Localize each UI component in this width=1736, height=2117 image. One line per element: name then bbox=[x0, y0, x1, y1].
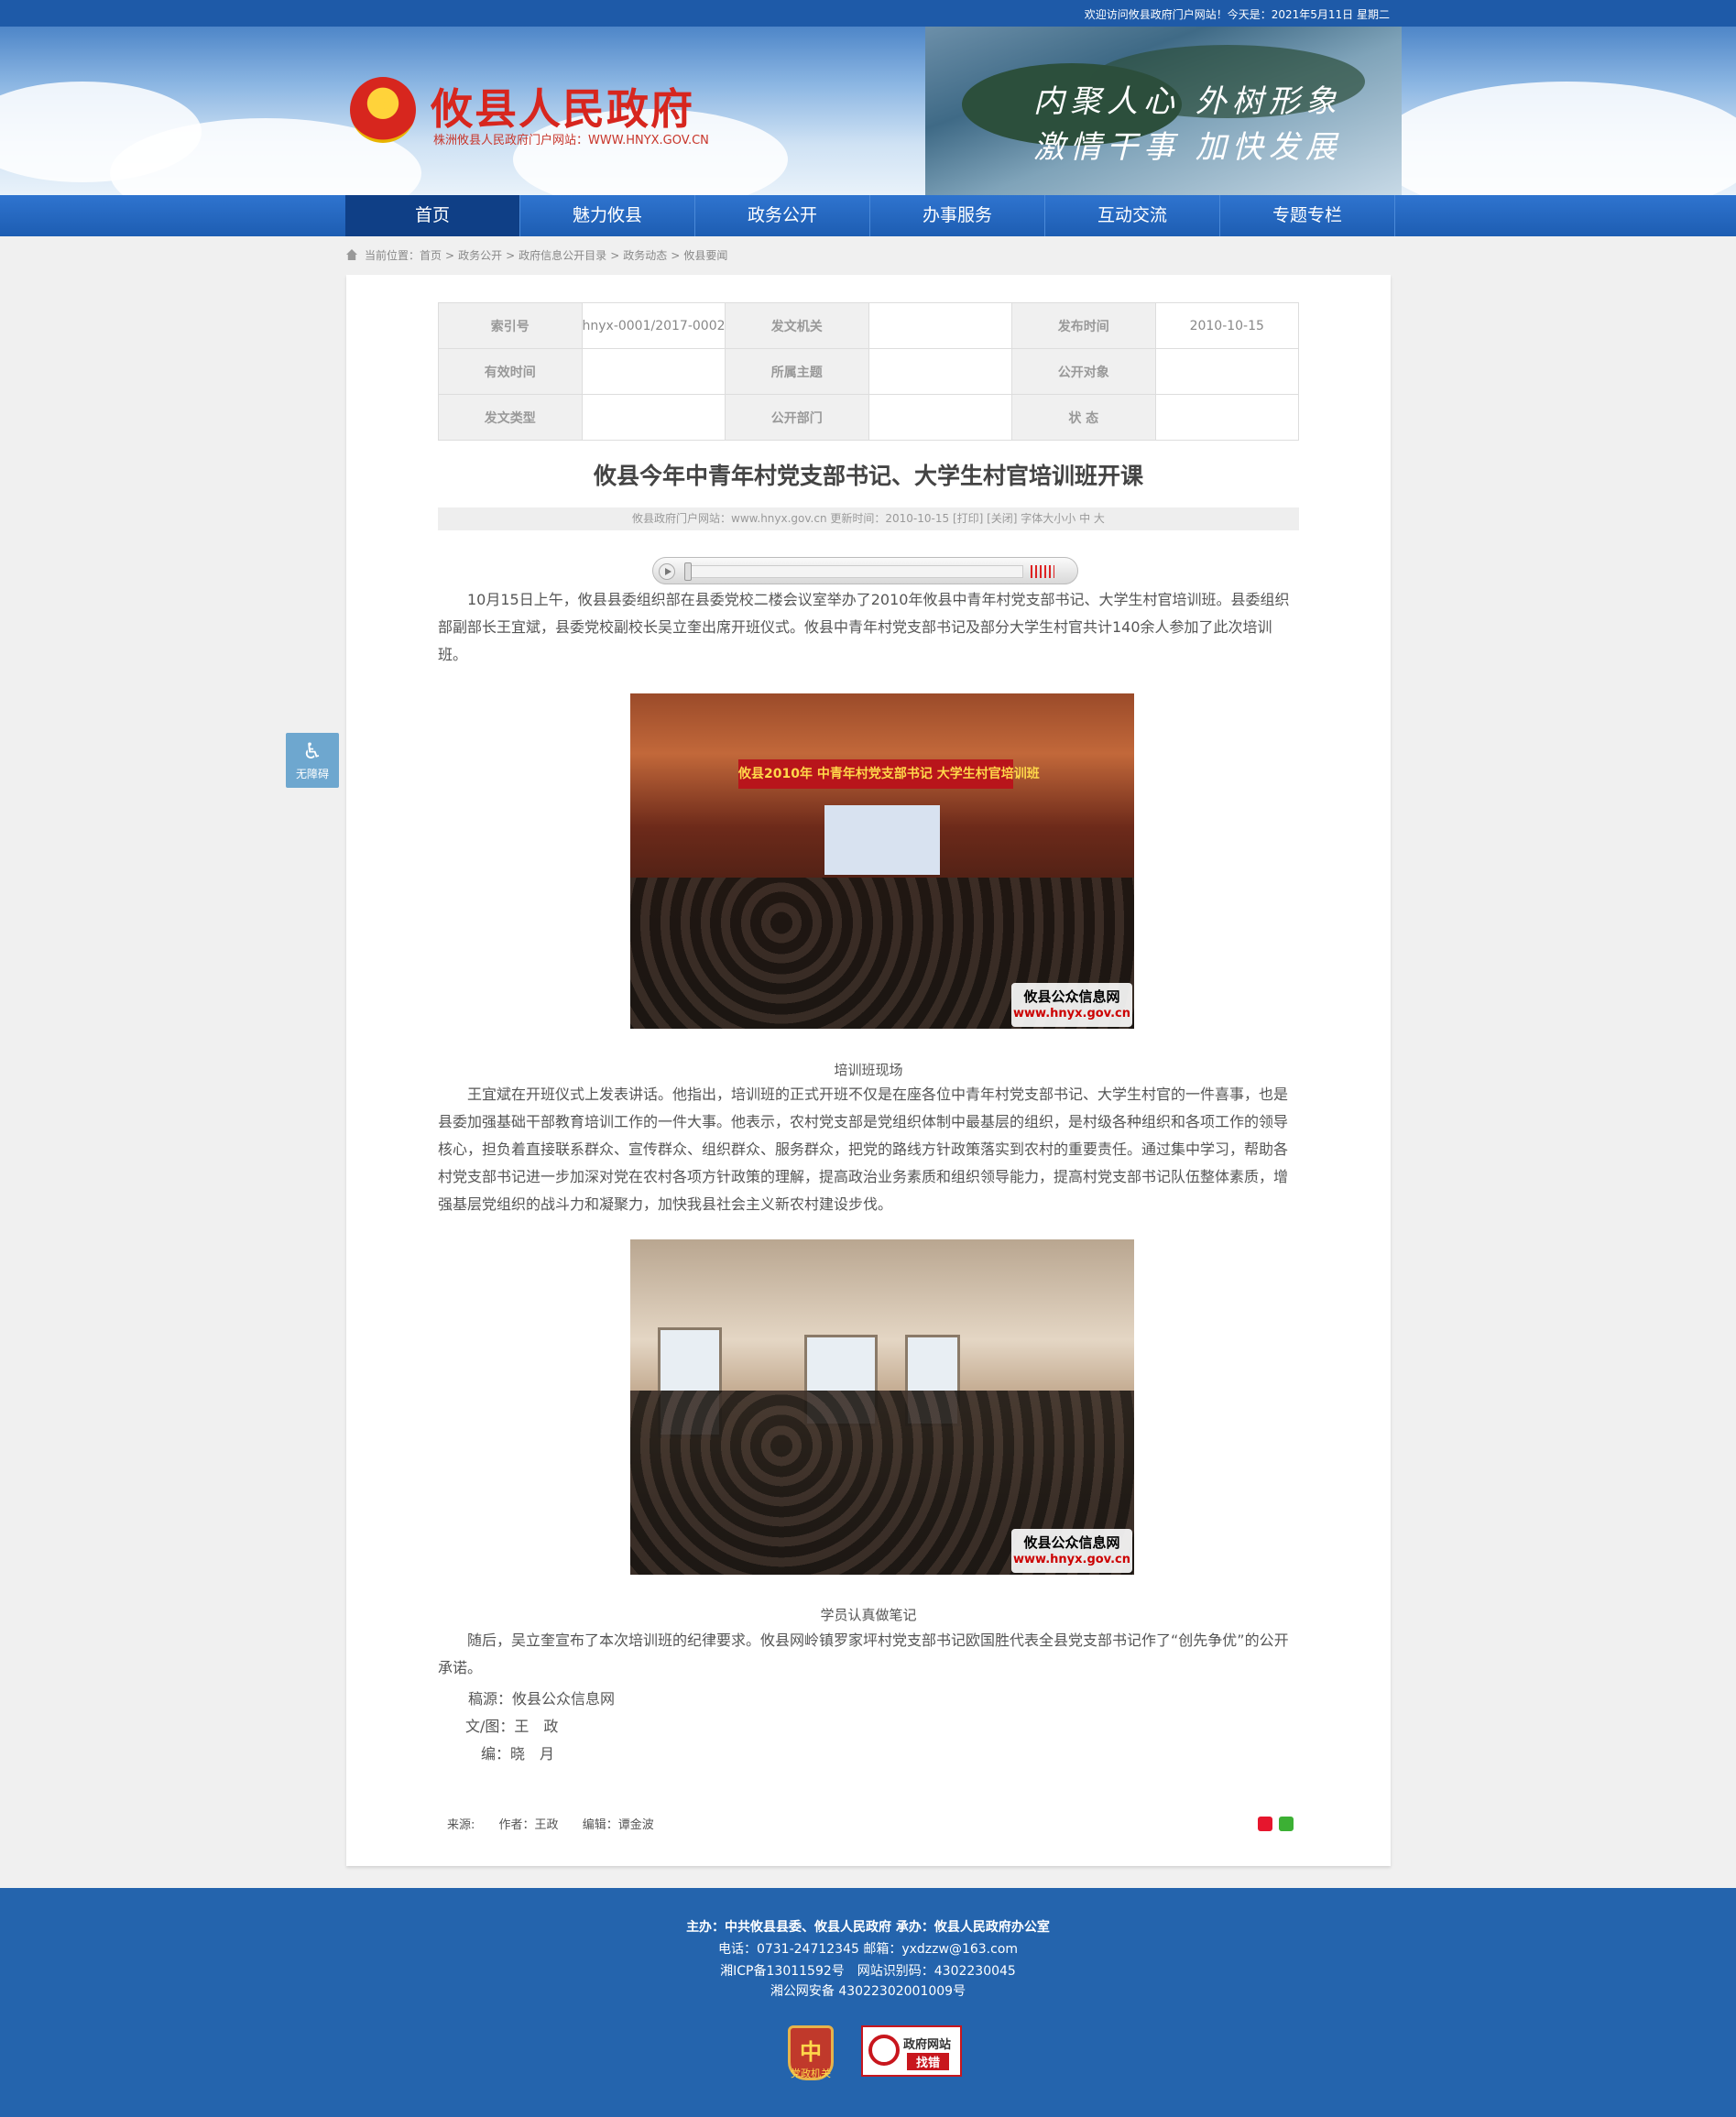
article-editor-line: 编：晓 月 bbox=[481, 1745, 555, 1762]
article-paragraph-3: 随后，吴立奎宣布了本次培训班的纪律要求。攸县网岭镇罗家坪村党支部书记欧国胜代表全… bbox=[438, 1631, 1289, 1676]
photo-banner-text: 攸县2010年 中青年村党支部书记 大学生村官培训班 bbox=[738, 759, 1040, 789]
meta-key: 有效时间 bbox=[438, 348, 583, 395]
footer-source: 来源: bbox=[447, 1818, 475, 1832]
meta-value bbox=[868, 394, 1012, 441]
meta-value: 2010-10-15 bbox=[1154, 302, 1299, 349]
nav-item-gov-affairs[interactable]: 政务公开 bbox=[695, 195, 870, 236]
site-subtitle: 株洲攸县人民政府门户网站：WWW.HNYX.GOV.CN bbox=[433, 134, 709, 147]
wheelchair-icon: ♿ bbox=[302, 738, 322, 764]
breadcrumb-item-gov-affairs[interactable]: 政务公开 bbox=[458, 249, 502, 262]
breadcrumb-item-county-news[interactable]: 攸县要闻 bbox=[683, 249, 727, 262]
article-photo-training-venue: 攸县2010年 中青年村党支部书记 大学生村官培训班 攸县公众信息网 www.hn… bbox=[630, 693, 1134, 1029]
volume-icon[interactable] bbox=[1031, 565, 1054, 578]
nav-item-services[interactable]: 办事服务 bbox=[870, 195, 1045, 236]
meta-key: 发布时间 bbox=[1011, 302, 1156, 349]
article-title: 攸县今年中青年村党支部书记、大学生村官培训班开课 bbox=[593, 463, 1143, 489]
footer-editor: 编辑：谭金波 bbox=[582, 1818, 654, 1832]
footer-sponsor: 主办：中共攸县县委、攸县人民政府 承办：攸县人民政府办公室 bbox=[686, 1920, 1050, 1935]
photo-caption-2: 学员认真做笔记 bbox=[820, 1607, 917, 1623]
magnifier-icon bbox=[868, 2035, 900, 2066]
meta-value: hnyx-0001/2017-00029 bbox=[581, 302, 726, 349]
party-gov-agency-badge[interactable]: 中党政机关 bbox=[788, 2025, 834, 2080]
progress-handle[interactable] bbox=[684, 562, 692, 581]
watermark: 攸县公众信息网 www.hnyx.gov.cn bbox=[1011, 1529, 1132, 1573]
meta-key: 发文类型 bbox=[438, 394, 583, 441]
weibo-share-icon[interactable] bbox=[1258, 1817, 1272, 1831]
meta-key: 索引号 bbox=[438, 302, 583, 349]
meta-key: 发文机关 bbox=[725, 302, 869, 349]
national-emblem-icon[interactable]: ☭ bbox=[350, 77, 416, 143]
article-paragraph-1: 10月15日上午，攸县县委组织部在县委党校二楼会议室举办了2010年攸县中青年村… bbox=[438, 591, 1290, 663]
site-title[interactable]: 攸县人民政府 bbox=[431, 76, 694, 136]
breadcrumb-label: 当前位置： bbox=[365, 249, 420, 262]
footer-contact: 电话：0731-24712345 邮箱：yxdzzw@163.com bbox=[717, 1942, 1019, 1957]
play-icon[interactable] bbox=[659, 563, 675, 580]
article-paragraph-2: 王宜斌在开班仪式上发表讲话。他指出，培训班的正式开班不仅是在座各位中青年村党支部… bbox=[438, 1086, 1289, 1213]
photo-caption-1: 培训班现场 bbox=[834, 1062, 903, 1078]
watermark: 攸县公众信息网 www.hnyx.gov.cn bbox=[1011, 983, 1132, 1027]
footer-author: 作者：王政 bbox=[498, 1818, 559, 1832]
nav-item-home[interactable]: 首页 bbox=[345, 195, 520, 236]
nav-item-topics[interactable]: 专题专栏 bbox=[1220, 195, 1395, 236]
meta-value bbox=[581, 394, 726, 441]
breadcrumb-item-news[interactable]: 政务动态 bbox=[623, 249, 667, 262]
meta-key: 状 态 bbox=[1011, 394, 1156, 441]
breadcrumb: 当前位置：首页 > 政务公开 > 政府信息公开目录 > 政务动态 > 攸县要闻 bbox=[346, 247, 727, 263]
article-author-line: 文/图：王 政 bbox=[465, 1718, 559, 1735]
footer-icp[interactable]: 湘ICP备13011592号 网站识别码：4302230045 bbox=[0, 1961, 1736, 1980]
article-card: 索引号 hnyx-0001/2017-00029 发文机关 发布时间 2010-… bbox=[346, 275, 1391, 1866]
wechat-share-icon[interactable] bbox=[1279, 1817, 1294, 1831]
audio-player[interactable] bbox=[652, 557, 1078, 584]
nav-item-charm[interactable]: 魅力攸县 bbox=[520, 195, 695, 236]
article-info-bar[interactable]: 攸县政府门户网站：www.hnyx.gov.cn 更新时间：2010-10-15… bbox=[438, 507, 1299, 530]
header-banner: ☭ 攸县人民政府 株洲攸县人民政府门户网站：WWW.HNYX.GOV.CN 内聚… bbox=[0, 27, 1736, 195]
gov-site-error-report-badge[interactable]: 政府网站 找错 bbox=[861, 2025, 962, 2077]
main-nav: 首页 魅力攸县 政务公开 办事服务 互动交流 专题专栏 bbox=[0, 195, 1736, 236]
metadata-table: 索引号 hnyx-0001/2017-00029 发文机关 发布时间 2010-… bbox=[438, 302, 1299, 441]
nav-item-interaction[interactable]: 互动交流 bbox=[1045, 195, 1220, 236]
meta-key: 所属主题 bbox=[725, 348, 869, 395]
meta-value bbox=[868, 348, 1012, 395]
footer-police-record[interactable]: 湘公网安备 43022302001009号 bbox=[0, 1981, 1736, 2000]
meta-key: 公开对象 bbox=[1011, 348, 1156, 395]
article-photo-students-notes: 攸县公众信息网 www.hnyx.gov.cn bbox=[630, 1239, 1134, 1575]
slogan-line-1: 内聚人心 外树形象 bbox=[1033, 83, 1342, 120]
top-bar: 欢迎访问攸县政府门户网站！今天是：2021年5月11日 星期二 bbox=[0, 0, 1736, 27]
article-footer-meta: 来源: 作者：王政 编辑：谭金波 bbox=[447, 1815, 674, 1832]
welcome-text: 欢迎访问攸县政府门户网站！今天是：2021年5月11日 星期二 bbox=[1084, 8, 1390, 21]
meta-key: 公开部门 bbox=[725, 394, 869, 441]
home-icon bbox=[346, 249, 357, 260]
article-source-line: 稿源：攸县公众信息网 bbox=[468, 1690, 616, 1708]
progress-track[interactable] bbox=[684, 565, 1023, 578]
meta-value bbox=[581, 348, 726, 395]
site-footer: 主办：中共攸县县委、攸县人民政府 承办：攸县人民政府办公室 电话：0731-24… bbox=[0, 1888, 1736, 2117]
slogan-line-2: 激情干事 加快发展 bbox=[1033, 129, 1342, 166]
meta-value bbox=[868, 302, 1012, 349]
breadcrumb-item-catalog[interactable]: 政府信息公开目录 bbox=[519, 249, 606, 262]
accessibility-button[interactable]: ♿ 无障碍 bbox=[286, 733, 339, 788]
accessibility-label: 无障碍 bbox=[295, 768, 329, 780]
meta-value bbox=[1154, 394, 1299, 441]
breadcrumb-item-home[interactable]: 首页 bbox=[420, 249, 442, 262]
meta-value bbox=[1154, 348, 1299, 395]
